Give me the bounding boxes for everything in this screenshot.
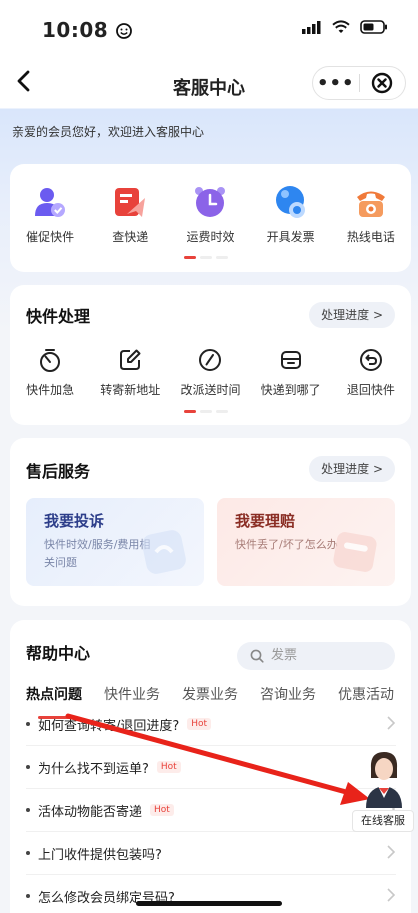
close-button[interactable] (359, 72, 405, 94)
faq-item[interactable]: 怎么修改会员绑定号码? (26, 875, 396, 913)
express-progress-button[interactable]: 处理进度 > (309, 302, 395, 328)
smiley-icon (115, 23, 132, 39)
more-button[interactable]: ••• (313, 73, 359, 94)
quick-services-card: 催促快件 查快递 运费时效 开具发票 热线电话 (10, 164, 411, 272)
faq-search-input[interactable]: 发票 (237, 642, 395, 670)
mini-program-capsule: ••• (312, 66, 406, 100)
quick-hotline[interactable]: 热线电话 (331, 184, 411, 245)
quick-track-parcel[interactable]: 查快递 (90, 184, 170, 245)
hot-badge: Hot (156, 761, 181, 773)
page-indicator (184, 256, 228, 259)
alarm-clock-icon (195, 187, 226, 217)
express-where[interactable]: 快递到哪了 (251, 347, 331, 398)
aftersale-card: 售后服务 处理进度 > 我要投诉 快件时效/服务/费用相关问题 我要理赔 快件丢… (10, 438, 411, 606)
chevron-right-icon (387, 888, 396, 902)
bullet-icon (26, 851, 30, 855)
faq-item[interactable]: 为什么找不到运单? Hot (26, 746, 396, 788)
bullet-icon (26, 722, 30, 726)
express-handling-card: 快件处理 处理进度 > 快件加急 转寄新地址 改派送时间 快递到哪了 退回快件 (10, 285, 411, 425)
section-title: 帮助中心 (26, 644, 91, 663)
agent-avatar-icon (366, 752, 402, 808)
express-return[interactable]: 退回快件 (331, 347, 411, 398)
quick-issue-invoice[interactable]: 开具发票 (251, 184, 331, 245)
quick-urge-parcel[interactable]: 催促快件 (10, 184, 90, 245)
claim-card[interactable]: 我要理赔 快件丢了/坏了怎么办 (217, 498, 395, 586)
complaint-card[interactable]: 我要投诉 快件时效/服务/费用相关问题 (26, 498, 204, 586)
claim-illustration-icon (333, 532, 377, 572)
section-title: 售后服务 (26, 462, 91, 481)
battery-icon (360, 20, 387, 34)
bullet-icon (26, 894, 30, 898)
chevron-right-icon (387, 716, 396, 730)
online-agent-button[interactable]: 在线客服 (348, 748, 414, 834)
express-urgent[interactable]: 快件加急 (10, 347, 90, 398)
invoice-coin-icon (275, 186, 305, 218)
help-tabs: 热点问题 快件业务 发票业务 咨询业务 优惠活动 (26, 684, 394, 704)
aftersale-progress-button[interactable]: 处理进度 > (309, 456, 395, 482)
close-circle-icon (372, 72, 393, 94)
navigation-bar: 客服中心 ••• (0, 60, 418, 108)
tab-invoice-business[interactable]: 发票业务 (182, 684, 238, 704)
bullet-icon (26, 808, 30, 812)
page-indicator (184, 410, 228, 413)
signal-icon (302, 20, 321, 34)
search-icon (250, 649, 264, 663)
parcel-icon (280, 351, 301, 369)
bullet-icon (26, 765, 30, 769)
user-check-icon (35, 188, 66, 217)
express-reschedule[interactable]: 改派送时间 (170, 347, 250, 398)
status-bar: 10:08 (0, 0, 418, 56)
paper-plane-icon (115, 188, 146, 217)
tab-hot-questions[interactable]: 热点问题 (26, 684, 82, 704)
faq-item[interactable]: 如何查询转寄/退回进度? Hot (26, 703, 396, 745)
stopwatch-icon (40, 349, 61, 372)
edit-icon (120, 349, 141, 370)
tab-consult-business[interactable]: 咨询业务 (260, 684, 316, 704)
faq-item[interactable]: 活体动物能否寄递 Hot (26, 789, 396, 831)
return-icon (359, 349, 382, 371)
faq-item[interactable]: 上门收件提供包装吗? (26, 832, 396, 874)
hot-badge: Hot (187, 718, 212, 730)
tab-promotions[interactable]: 优惠活动 (338, 684, 394, 704)
wifi-icon (332, 20, 350, 33)
chevron-right-icon (387, 845, 396, 859)
status-time: 10:08 (42, 18, 132, 42)
section-title: 快件处理 (26, 307, 91, 326)
clock-icon (199, 349, 222, 371)
welcome-greeting: 亲爱的会员您好，欢迎进入客服中心 (12, 125, 205, 139)
complaint-illustration-icon (142, 530, 186, 574)
quick-freight-time[interactable]: 运费时效 (170, 184, 250, 245)
telephone-icon (356, 191, 385, 217)
tab-express-business[interactable]: 快件业务 (104, 684, 160, 704)
express-forward[interactable]: 转寄新地址 (90, 347, 170, 398)
home-indicator (136, 901, 282, 906)
hot-badge: Hot (150, 804, 174, 816)
